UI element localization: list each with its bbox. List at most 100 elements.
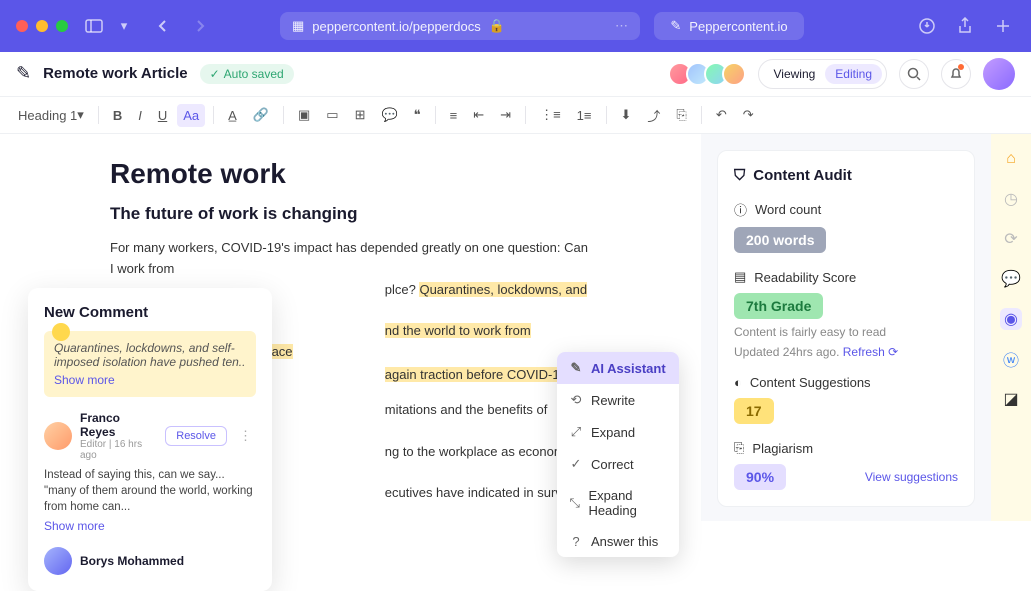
more-icon[interactable]: ⋯ — [615, 18, 628, 34]
site-icon: ▦ — [292, 18, 304, 34]
comment-text: Instead of saying this, can we say... "m… — [44, 467, 256, 515]
search-button[interactable] — [899, 59, 929, 89]
bold-button[interactable]: B — [107, 104, 128, 127]
suggestions-label: Content Suggestions — [750, 375, 871, 390]
readability-label: Readability Score — [754, 270, 856, 285]
user-avatar[interactable] — [983, 58, 1015, 90]
heading-dropdown[interactable]: Heading 1 ▾ — [12, 103, 90, 127]
comment-button[interactable]: 💬 — [375, 103, 403, 127]
undo-button[interactable]: ↶ — [710, 103, 733, 127]
doc-h1[interactable]: Remote work — [110, 158, 591, 190]
italic-button[interactable]: I — [132, 104, 148, 127]
notification-dot — [958, 64, 964, 70]
close-window-icon[interactable] — [16, 20, 28, 32]
show-more-link[interactable]: Show more — [44, 519, 256, 533]
collaborator-avatars[interactable] — [674, 62, 746, 86]
redo-button[interactable]: ↷ — [737, 103, 760, 127]
plagiarism-value: 90% — [734, 464, 786, 490]
maximize-window-icon[interactable] — [56, 20, 68, 32]
resolve-button[interactable]: Resolve — [165, 426, 227, 446]
back-icon[interactable] — [150, 14, 174, 38]
avatar[interactable] — [722, 62, 746, 86]
rewrite-icon: ⟲ — [569, 392, 583, 408]
share-icon[interactable] — [953, 14, 977, 38]
updated-text: Updated 24hrs ago. — [734, 345, 839, 359]
ai-correct[interactable]: ✓Correct — [557, 448, 679, 480]
check-icon: ✓ — [210, 67, 220, 81]
audit-title: ⛉ Content Audit — [734, 167, 958, 184]
align-left-button[interactable]: ≡ — [444, 104, 464, 127]
text-color-button[interactable]: A̲ — [222, 104, 243, 127]
link-button[interactable]: 🔗 — [247, 103, 275, 127]
app-header: ✎ Remote work Article ✓ Auto saved Viewi… — [0, 52, 1031, 96]
plagiarism-label: Plagiarism — [752, 441, 813, 456]
comment-highlight: Quarantines, lockdowns, and self-imposed… — [44, 331, 256, 397]
side-rail: ⌂ ◷ ⟳ 💬 ◉ ⓦ ◪ — [991, 134, 1031, 521]
copy-button[interactable]: ⎘ — [670, 103, 692, 127]
view-suggestions-link[interactable]: View suggestions — [865, 470, 958, 484]
mode-editing[interactable]: Editing — [825, 64, 882, 84]
video-button[interactable]: ▭ — [320, 103, 344, 127]
download-button[interactable]: ⬇ — [615, 103, 638, 127]
bullet-list-button[interactable]: ⋮≡ — [534, 103, 567, 127]
export-icon[interactable]: ◪ — [1000, 388, 1022, 410]
text-case-button[interactable]: Aa — [177, 104, 205, 127]
mode-viewing[interactable]: Viewing — [763, 64, 825, 84]
ai-menu-header: ✎AI Assistant — [557, 352, 679, 384]
word-count-label: Word count — [755, 202, 821, 217]
autosave-badge: ✓ Auto saved — [200, 64, 294, 84]
notifications-button[interactable] — [941, 59, 971, 89]
lock-icon: 🔒 — [489, 18, 505, 34]
image-button[interactable]: ▣ — [292, 103, 316, 127]
forward-icon[interactable] — [188, 14, 212, 38]
new-tab-icon[interactable] — [991, 14, 1015, 38]
table-button[interactable]: ⊞ — [349, 103, 372, 127]
minimize-window-icon[interactable] — [36, 20, 48, 32]
commenter-meta: Editor | 16 hrs ago — [80, 439, 157, 461]
ai-expand[interactable]: ⤢Expand — [557, 416, 679, 448]
comment-panel-title: New Comment — [44, 304, 256, 321]
show-more-link[interactable]: Show more — [54, 373, 246, 387]
mode-toggle[interactable]: Viewing Editing — [758, 59, 887, 89]
tab-2[interactable]: ✎ Peppercontent.io — [654, 12, 804, 40]
underline-button[interactable]: U — [152, 104, 173, 127]
comment-menu-icon[interactable]: ⋮ — [235, 428, 256, 444]
audit-icon[interactable]: ◉ — [1000, 308, 1022, 330]
book-icon: ▤ — [734, 269, 746, 285]
suggestions-value: 17 — [734, 398, 774, 424]
ai-expand-heading[interactable]: ⤡Expand Heading — [557, 480, 679, 526]
history-icon[interactable]: ◷ — [1000, 188, 1022, 210]
url-text: peppercontent.io/pepperdocs — [312, 19, 480, 34]
ai-answer[interactable]: ?Answer this — [557, 526, 679, 557]
comment-panel: New Comment Quarantines, lockdowns, and … — [28, 288, 272, 591]
doc-title[interactable]: Remote work Article — [43, 65, 188, 82]
refresh-icon[interactable]: ⟳ — [1000, 228, 1022, 250]
indent-decrease-button[interactable]: ⇤ — [467, 103, 490, 127]
quote-button[interactable]: ❝ — [408, 103, 427, 127]
download-icon[interactable] — [915, 14, 939, 38]
expand-heading-icon: ⤡ — [569, 495, 580, 511]
shield-icon: ⛉ — [734, 167, 745, 184]
doc-h2[interactable]: The future of work is changing — [110, 204, 591, 224]
readability-value: 7th Grade — [734, 293, 823, 319]
suggestion-icon: ◐ — [734, 375, 742, 390]
address-bar[interactable]: ▦ peppercontent.io/pepperdocs 🔒 ⋯ — [280, 12, 640, 40]
wordpress-icon[interactable]: ⓦ — [1000, 348, 1022, 370]
home-icon[interactable]: ⌂ — [1000, 148, 1022, 170]
ai-rewrite[interactable]: ⟲Rewrite — [557, 384, 679, 416]
numbered-list-button[interactable]: 1≡ — [571, 104, 598, 127]
chat-icon[interactable]: 💬 — [1000, 268, 1022, 290]
format-toolbar: Heading 1 ▾ B I U Aa A̲ 🔗 ▣ ▭ ⊞ 💬 ❝ ≡ ⇤ … — [0, 96, 1031, 134]
ai-assistant-menu: ✎AI Assistant ⟲Rewrite ⤢Expand ✓Correct … — [557, 352, 679, 557]
traffic-lights — [16, 20, 68, 32]
commenter-name: Franco Reyes — [80, 411, 157, 439]
word-count-value: 200 words — [734, 227, 826, 253]
indent-increase-button[interactable]: ⇥ — [494, 103, 517, 127]
readability-sub: Content is fairly easy to read — [734, 325, 958, 339]
comment-item: Borys Mohammed — [44, 547, 256, 575]
chevron-down-icon[interactable]: ▾ — [112, 14, 136, 38]
share-button[interactable]: ⤴ — [641, 102, 666, 129]
refresh-link[interactable]: Refresh ⟳ — [843, 345, 898, 359]
sidebar-toggle-icon[interactable] — [82, 14, 106, 38]
browser-bar: ▾ ▦ peppercontent.io/pepperdocs 🔒 ⋯ ✎ Pe… — [0, 0, 1031, 52]
